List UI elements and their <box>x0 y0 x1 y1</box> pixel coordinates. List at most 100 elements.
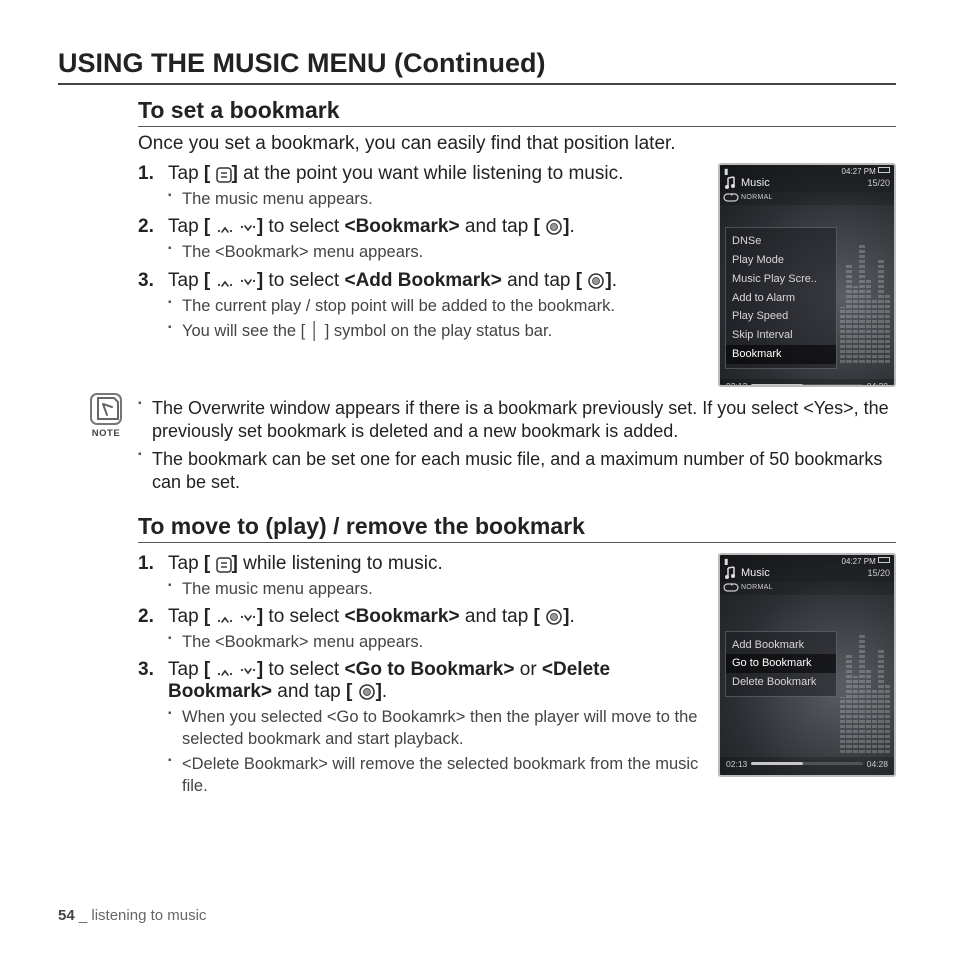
sub-item: The music menu appears. <box>168 579 710 600</box>
sub-item: <Delete Bookmark> will remove the select… <box>168 754 710 797</box>
down-icon <box>240 666 256 678</box>
up-icon <box>217 613 233 625</box>
down-icon <box>240 613 256 625</box>
step: Tap [ ] while listening to music. The mu… <box>138 553 710 600</box>
step-text: or <box>514 659 541 680</box>
device-title: Music <box>741 177 770 189</box>
step-text: . <box>569 216 574 237</box>
down-icon <box>240 223 256 235</box>
step: Tap [ ] to select <Add Bookmark> and tap… <box>138 270 710 343</box>
device-total: 04:28 <box>867 381 888 387</box>
device-mode: NORMAL <box>741 584 773 591</box>
device-elapsed: 02:13 <box>726 759 747 769</box>
device-elapsed: 02:13 <box>726 381 747 387</box>
battery-icon <box>878 557 890 563</box>
step-text: . <box>569 606 574 627</box>
step-text: to select <box>263 270 344 291</box>
note-label: NOTE <box>78 428 134 439</box>
down-icon <box>240 277 256 289</box>
equalizer-icon <box>840 223 890 363</box>
device-time: 04:27 PM <box>842 557 876 566</box>
step-text: at the point you want while listening to… <box>238 163 623 184</box>
sub-item: You will see the [ │ ] symbol on the pla… <box>168 321 710 342</box>
note-item: The Overwrite window appears if there is… <box>138 397 896 444</box>
signal-icon: ▮ <box>724 557 728 566</box>
menu-icon <box>217 168 231 182</box>
music-note-icon <box>724 566 738 580</box>
device-menu-item: Add Bookmark <box>726 636 836 655</box>
device-menu: DNSePlay ModeMusic Play Scre..Add to Ala… <box>725 227 837 369</box>
repeat-icon <box>724 193 739 202</box>
page-footer: 54 _ listening to music <box>58 907 206 924</box>
music-note-icon <box>724 176 738 190</box>
sub-item: The <Bookmark> menu appears. <box>168 632 710 653</box>
device-menu-item: Music Play Scre.. <box>726 270 836 289</box>
step-text: to select <box>263 606 344 627</box>
section2-steps: Tap [ ] while listening to music. The mu… <box>138 553 710 798</box>
battery-icon <box>878 167 890 173</box>
up-icon <box>217 223 233 235</box>
repeat-icon <box>724 583 739 592</box>
up-icon <box>217 666 233 678</box>
step-bold: <Add Bookmark> <box>344 270 501 291</box>
step-text: Tap <box>168 270 204 291</box>
device-counter: 15/20 <box>867 178 890 188</box>
footer-section: listening to music <box>91 907 206 924</box>
step-text: . <box>612 270 617 291</box>
device-menu-item: Play Mode <box>726 251 836 270</box>
step: Tap [ ] to select <Bookmark> and tap [ ]… <box>138 216 710 263</box>
step-bold: <Bookmark> <box>344 216 459 237</box>
device-title: Music <box>741 567 770 579</box>
device-screenshot-1: ▮ 04:27 PM Music 15/20 NORMAL DNSePlay M… <box>718 163 896 387</box>
device-time: 04:27 PM <box>842 167 876 176</box>
step-text: to select <box>263 659 344 680</box>
step-text: Tap <box>168 163 204 184</box>
section2-heading: To move to (play) / remove the bookmark <box>138 513 896 543</box>
device-screenshot-2: ▮ 04:27 PM Music 15/20 NORMAL Add Bookma… <box>718 553 896 777</box>
ok-icon <box>546 219 562 235</box>
menu-icon <box>217 558 231 572</box>
progress-bar <box>751 762 862 765</box>
step-text: . <box>382 681 387 702</box>
device-menu-item: Skip Interval <box>726 326 836 345</box>
step-text: Tap <box>168 553 204 574</box>
equalizer-icon <box>840 613 890 753</box>
device-menu-item: Delete Bookmark <box>726 673 836 692</box>
step-text: and tap <box>460 216 534 237</box>
step-text: and tap <box>272 681 346 702</box>
device-menu: Add BookmarkGo to BookmarkDelete Bookmar… <box>725 631 837 698</box>
step: Tap [ ] to select <Bookmark> and tap [ ]… <box>138 606 710 653</box>
step-text: and tap <box>460 606 534 627</box>
device-menu-item: Play Speed <box>726 307 836 326</box>
sub-item: The <Bookmark> menu appears. <box>168 242 710 263</box>
section1-heading: To set a bookmark <box>138 97 896 127</box>
device-menu-item: Bookmark <box>726 345 836 364</box>
step-text: Tap <box>168 606 204 627</box>
step-text: while listening to music. <box>238 553 443 574</box>
section1-intro: Once you set a bookmark, you can easily … <box>138 133 896 155</box>
step-text: Tap <box>168 216 204 237</box>
device-menu-item: DNSe <box>726 232 836 251</box>
step-text: to select <box>263 216 344 237</box>
note-block: NOTE The Overwrite window appears if the… <box>78 393 896 499</box>
device-menu-item: Add to Alarm <box>726 289 836 308</box>
sub-item: The music menu appears. <box>168 189 710 210</box>
device-menu-item: Go to Bookmark <box>726 654 836 673</box>
step-text: and tap <box>502 270 576 291</box>
step: Tap [ ] to select <Go to Bookmark> or <D… <box>138 659 710 797</box>
step-text: Tap <box>168 659 204 680</box>
device-mode: NORMAL <box>741 194 773 201</box>
device-counter: 15/20 <box>867 568 890 578</box>
step-bold: <Go to Bookmark> <box>344 659 514 680</box>
note-item: The bookmark can be set one for each mus… <box>138 448 896 495</box>
section1-steps: Tap [ ] at the point you want while list… <box>138 163 710 343</box>
page-number: 54 <box>58 907 75 924</box>
progress-bar <box>751 384 862 387</box>
ok-icon <box>546 609 562 625</box>
ok-icon <box>588 273 604 289</box>
note-icon <box>90 393 122 425</box>
sub-item: The current play / stop point will be ad… <box>168 296 710 317</box>
device-total: 04:28 <box>867 759 888 769</box>
ok-icon <box>359 684 375 700</box>
step-bold: <Bookmark> <box>344 606 459 627</box>
